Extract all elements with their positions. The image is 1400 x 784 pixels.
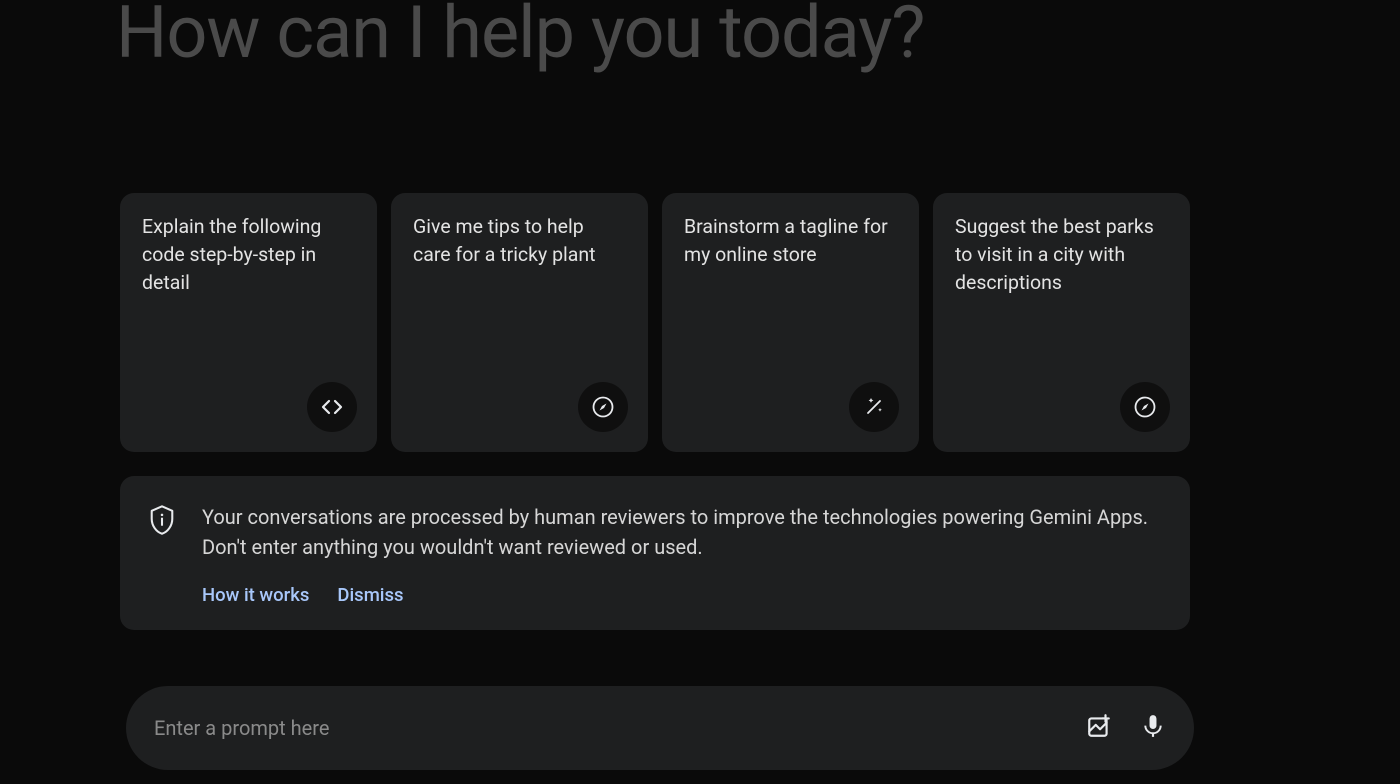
compass-icon bbox=[578, 382, 628, 432]
shield-info-icon bbox=[148, 504, 176, 606]
suggestion-card-explain-code[interactable]: Explain the following code step-by-step … bbox=[120, 193, 377, 452]
microphone-icon bbox=[1140, 713, 1166, 743]
wand-icon bbox=[849, 382, 899, 432]
main-container: How can I help you today? Explain the fo… bbox=[0, 0, 1400, 784]
suggestion-card-text: Brainstorm a tagline for my online store bbox=[684, 213, 897, 269]
image-plus-icon bbox=[1086, 713, 1112, 743]
prompt-input[interactable] bbox=[154, 716, 1086, 740]
notice-actions: How it works Dismiss bbox=[202, 584, 1162, 606]
prompt-actions bbox=[1086, 713, 1166, 743]
suggestion-card-text: Suggest the best parks to visit in a cit… bbox=[955, 213, 1168, 297]
suggestion-card-text: Give me tips to help care for a tricky p… bbox=[413, 213, 626, 269]
dismiss-link[interactable]: Dismiss bbox=[337, 584, 403, 606]
notice-text: Your conversations are processed by huma… bbox=[202, 502, 1162, 562]
prompt-bar bbox=[126, 686, 1194, 770]
suggestion-card-text: Explain the following code step-by-step … bbox=[142, 213, 355, 297]
privacy-notice: Your conversations are processed by huma… bbox=[120, 476, 1190, 630]
how-it-works-link[interactable]: How it works bbox=[202, 584, 309, 606]
suggestion-cards-row: Explain the following code step-by-step … bbox=[120, 193, 1190, 452]
notice-body: Your conversations are processed by huma… bbox=[202, 502, 1162, 606]
code-icon bbox=[307, 382, 357, 432]
page-heading: How can I help you today? bbox=[116, 0, 924, 75]
suggestion-card-parks[interactable]: Suggest the best parks to visit in a cit… bbox=[933, 193, 1190, 452]
suggestion-card-tagline[interactable]: Brainstorm a tagline for my online store bbox=[662, 193, 919, 452]
compass-icon bbox=[1120, 382, 1170, 432]
suggestion-card-plant-tips[interactable]: Give me tips to help care for a tricky p… bbox=[391, 193, 648, 452]
microphone-button[interactable] bbox=[1140, 713, 1166, 743]
add-image-button[interactable] bbox=[1086, 713, 1112, 743]
